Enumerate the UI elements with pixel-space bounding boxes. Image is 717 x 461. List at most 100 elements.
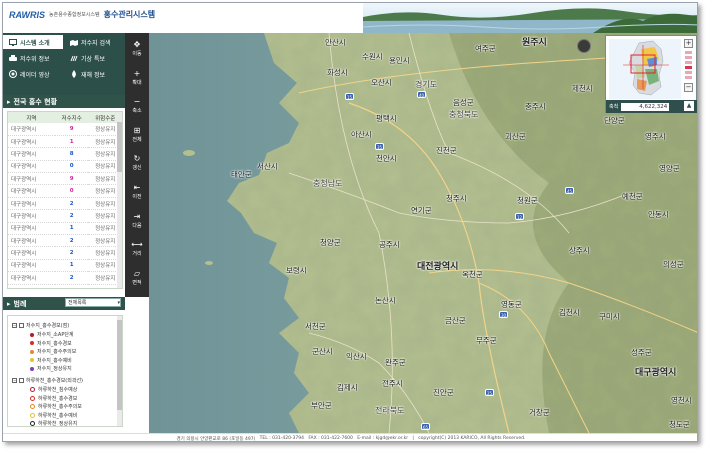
- expand-icon[interactable]: −: [12, 323, 17, 328]
- menu-system-intro[interactable]: 시스템 소개: [3, 35, 63, 49]
- legend-group-checkbox[interactable]: [19, 323, 24, 328]
- table-row[interactable]: 대구광역시 2 정상유지: [8, 209, 122, 223]
- status-scrollbar[interactable]: [117, 112, 122, 288]
- tool-zoom-in[interactable]: + 확대: [125, 66, 149, 90]
- water-level-icon: [9, 54, 17, 61]
- map-place-label: 괴산군: [505, 132, 526, 141]
- zoom-in-button[interactable]: +: [684, 39, 693, 48]
- table-row[interactable]: 대구광역시 1 정상유지: [8, 222, 122, 236]
- weather-alert-icon: [70, 55, 78, 61]
- overview-collapse-button[interactable]: ▲: [684, 101, 694, 111]
- tool-area[interactable]: ▱ 면적: [125, 266, 149, 290]
- overview-map: + − 축척 4,622,324 ▲: [605, 35, 697, 113]
- table-cell-region: 대구광역시: [8, 172, 55, 186]
- legend-item: 하류하천_홍수주의보: [30, 403, 82, 410]
- map-place-label: 대전광역시: [417, 262, 459, 272]
- compass-icon[interactable]: [577, 39, 591, 53]
- map-place-label: 서산시: [257, 162, 278, 171]
- previous-icon: ⇤: [133, 183, 141, 192]
- map-place-label: 서천군: [305, 322, 326, 331]
- table-row[interactable]: 대구광역시 1 정상유지: [8, 135, 122, 149]
- tool-zoom-out[interactable]: − 축소: [125, 94, 149, 118]
- expand-icon[interactable]: −: [12, 378, 17, 383]
- scale-label: 축척: [609, 104, 619, 110]
- map-place-label: 원주시: [522, 38, 547, 48]
- footer-email: E-mail : kjgd@ekr.or.kr: [357, 436, 409, 441]
- tool-previous[interactable]: ⇤ 이전: [125, 180, 149, 204]
- table-cell-count: 2: [54, 197, 89, 211]
- legend-item: 하류하천_홍수예비: [30, 412, 77, 419]
- scale-bar: 축척 4,622,324 ▲: [606, 100, 697, 113]
- menu-label: 저수지 검색: [81, 39, 111, 47]
- scrollbar-thumb[interactable]: [117, 122, 122, 172]
- menu-water-level[interactable]: 저수위 정보: [3, 51, 63, 65]
- legend-dot-icon: [30, 341, 34, 346]
- table-row[interactable]: 대구광역시 9 정상유지: [8, 172, 122, 186]
- tool-label: 면적: [132, 279, 142, 286]
- radar-icon: [9, 70, 17, 78]
- table-row[interactable]: 대구광역시 2 정상유지: [8, 234, 122, 248]
- tool-pan[interactable]: ✥ 이동: [125, 37, 149, 61]
- table-cell-region: 대구광역시: [8, 246, 55, 260]
- zoom-level-tick[interactable]: [685, 71, 692, 74]
- tool-refresh[interactable]: ↻ 갱신: [125, 151, 149, 175]
- table-cell-count: 2: [54, 234, 89, 248]
- table-row[interactable]: 대구광역시 0 정상유지: [8, 184, 122, 198]
- tool-next[interactable]: ⇥ 다음: [125, 209, 149, 233]
- legend-item: 하류하천_정상유지: [30, 420, 77, 426]
- table-cell-count: 2: [54, 209, 89, 223]
- table-row[interactable]: 대구광역시 1 정상유지: [8, 259, 122, 273]
- chevron-right-icon: ▸: [7, 97, 11, 106]
- legend-item: 저수지_홍수경보: [30, 340, 72, 347]
- tool-label: 전체: [132, 136, 142, 143]
- menu-reservoir-search[interactable]: 저수지 검색: [64, 35, 124, 49]
- legend-group[interactable]: − 하류하천_홍수경보(외곽선): [12, 377, 83, 384]
- zoom-out-button[interactable]: −: [684, 83, 693, 92]
- table-row[interactable]: 대구광역시 8 정상유지: [8, 147, 122, 161]
- table-row[interactable]: 대구광역시 2 정상유지: [8, 246, 122, 260]
- table-row[interactable]: 대구광역시 9 정상유지: [8, 123, 122, 136]
- menu-disaster[interactable]: 재해 정보: [64, 67, 124, 81]
- scale-value: 4,622,324: [621, 102, 670, 111]
- zoom-level-tick[interactable]: [685, 51, 692, 54]
- route-shield-icon: 45: [565, 187, 574, 194]
- legend-filter-select[interactable]: 전체목록 ▾: [65, 298, 121, 307]
- table-row[interactable]: 대구광역시 2 정상유지: [8, 197, 122, 211]
- legend-item-label: 저수지_소AP단계: [37, 332, 74, 338]
- left-panel: 시스템 소개 저수지 검색 저수위 정보 기상 특보 레이더 영상 재해 정보: [3, 33, 125, 433]
- overview-korea-map: [623, 40, 669, 96]
- menu-label: 재해 정보: [81, 71, 105, 79]
- tool-distance[interactable]: ⟷ 거리: [125, 237, 149, 261]
- zoom-level-tick[interactable]: [685, 61, 692, 64]
- zoom-level-tick[interactable]: [685, 56, 692, 59]
- footer-copyright: copyright(C) 2013 KARICO, All Rights Res…: [418, 436, 526, 441]
- map-toolbar: ✥ 이동 + 확대 − 축소 ⊞ 전체 ↻ 갱신 ⇤ 이전 ⇥ 다음 ⟷ 거리 ▱ 면적: [125, 33, 149, 297]
- map-place-label: 안동시: [648, 210, 669, 219]
- zoom-level-current[interactable]: [685, 66, 692, 69]
- tool-label: 확대: [132, 79, 142, 86]
- logo-mark: RAWRIS: [9, 9, 45, 20]
- legend-group-checkbox[interactable]: [19, 378, 24, 383]
- table-row[interactable]: 대구광역시 0 정상유지: [8, 160, 122, 174]
- scrollbar-thumb[interactable]: [117, 320, 122, 410]
- route-shield-icon: 15: [345, 93, 354, 100]
- menu-radar[interactable]: 레이더 영상: [3, 67, 63, 81]
- system-title: 홍수관리시스템: [103, 10, 156, 19]
- logo[interactable]: RAWRIS 농촌용수종합정보시스템 홍수관리시스템: [9, 9, 155, 20]
- header: RAWRIS 농촌용수종합정보시스템 홍수관리시스템: [3, 3, 697, 33]
- menu-weather-alert[interactable]: 기상 특보: [64, 51, 124, 65]
- route-shield-icon: 30: [499, 311, 508, 318]
- map-view[interactable]: + − 축척 4,622,324 ▲ 안산시 수원시 여주군 원주시 화성시 용인시 오산시…: [149, 33, 697, 433]
- table-cell-region: 대구광역시: [8, 209, 55, 223]
- menu-label: 기상 특보: [81, 55, 105, 63]
- legend-item-label: 하류하천_침수예상: [38, 387, 78, 393]
- table-cell-region: 대구광역시: [8, 271, 55, 285]
- legend-scrollbar[interactable]: [117, 316, 122, 426]
- table-row[interactable]: 대구광역시 2 정상유지: [8, 271, 122, 285]
- route-shield-icon: 12: [515, 213, 524, 220]
- overview-map-canvas[interactable]: [609, 39, 681, 99]
- legend-group[interactable]: − 저수지_홍수경보(점): [12, 322, 69, 329]
- zoom-level-tick[interactable]: [685, 76, 692, 79]
- tool-full-extent[interactable]: ⊞ 전체: [125, 123, 149, 147]
- legend-ring-icon: [30, 387, 35, 392]
